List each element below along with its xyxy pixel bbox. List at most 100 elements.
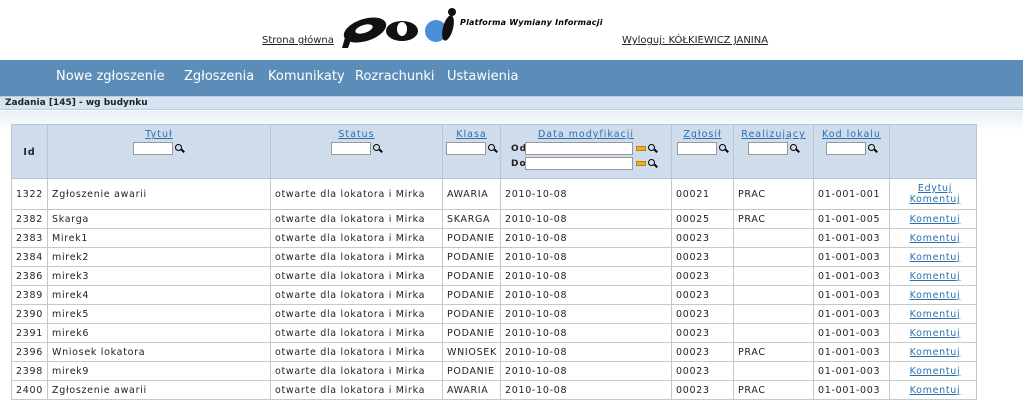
search-icon[interactable] [718,143,729,154]
cell-class: AWARIA [442,178,501,210]
cell-assignee: PRAC [733,342,814,362]
comment-link[interactable]: Komentuj [894,194,976,205]
sort-status-link[interactable]: Status [271,129,442,140]
cell-status: otwarte dla lokatora i Mirka [270,209,443,229]
table-row: 2400 Zgłoszenie awarii otwarte dla lokator… [11,380,977,400]
cell-id: 1322 [11,178,48,210]
cell-id: 2386 [11,266,48,286]
filter-assignee-input[interactable] [747,142,788,155]
table-row: 2396 Wniosek lokatora otwarte dla lokatora… [11,342,977,362]
cell-class: PODANIE [442,228,501,248]
nav-messages[interactable]: Komunikaty [268,69,345,84]
cell-unit: 01-001-003 [813,380,890,400]
nav-tickets[interactable]: Zgłoszenia [184,69,254,84]
cell-assignee: PRAC [733,380,814,400]
cell-class: PODANIE [442,285,501,305]
cell-date: 2010-10-08 [500,228,672,248]
cell-date: 2010-10-08 [500,323,672,343]
comment-link[interactable]: Komentuj [894,366,976,377]
col-status: Status [270,124,443,179]
sort-reporter-link[interactable]: Zgłosił [672,129,733,140]
cell-title: Mirek1 [47,228,271,248]
tasks-table: Id Tytuł Status Klasa Data modyfikacji O… [11,124,977,400]
comment-link[interactable]: Komentuj [894,252,976,263]
cell-class: PODANIE [442,247,501,267]
cell-class: SKARGA [442,209,501,229]
sort-class-link[interactable]: Klasa [443,129,500,140]
cell-class: PODANIE [442,361,501,381]
cell-actions: Komentuj [889,323,977,343]
cell-actions: Komentuj [889,285,977,305]
table-row: 2389 mirek4 otwarte dla lokatora i Mirka PO… [11,285,977,305]
col-id-label: Id [23,147,36,158]
col-date: Data modyfikacji Od Do [500,124,672,179]
date-to-input[interactable] [525,157,633,170]
cell-title: mirek9 [47,361,271,381]
col-unit: Kod lokalu [813,124,890,179]
filter-title-input[interactable] [133,142,173,155]
table-row: 2386 mirek3 otwarte dla lokatora i Mirka PO… [11,266,977,286]
cell-unit: 01-001-003 [813,342,890,362]
nav-settings[interactable]: Ustawienia [447,69,518,84]
cell-unit: 01-001-003 [813,228,890,248]
cell-unit: 01-001-003 [813,266,890,286]
cell-date: 2010-10-08 [500,342,672,362]
search-icon[interactable] [789,143,800,154]
home-link[interactable]: Strona główna [262,35,334,46]
filter-class-input[interactable] [445,142,486,155]
cell-date: 2010-10-08 [500,380,672,400]
cell-id: 2382 [11,209,48,229]
table-row: 2398 mirek9 otwarte dla lokatora i Mirka PO… [11,361,977,381]
filter-unit-input[interactable] [825,142,866,155]
search-icon[interactable] [175,143,185,154]
sort-date-link[interactable]: Data modyfikacji [501,129,671,140]
calendar-icon[interactable] [636,146,646,151]
cell-date: 2010-10-08 [500,361,672,381]
cell-reporter: 00023 [671,247,734,267]
sort-assignee-link[interactable]: Realizujący [734,129,813,140]
cell-status: otwarte dla lokatora i Mirka [270,247,443,267]
filter-reporter-input[interactable] [676,142,717,155]
cell-assignee [733,228,814,248]
search-icon[interactable] [648,143,658,154]
cell-class: PODANIE [442,266,501,286]
calendar-icon[interactable] [636,161,646,166]
comment-link[interactable]: Komentuj [894,385,976,396]
date-from-input[interactable] [525,142,633,155]
cell-assignee: PRAC [733,209,814,229]
cell-reporter: 00023 [671,323,734,343]
col-actions [889,124,977,179]
cell-class: PODANIE [442,304,501,324]
search-icon[interactable] [648,158,658,169]
comment-link[interactable]: Komentuj [894,233,976,244]
nav-settlements[interactable]: Rozrachunki [355,69,435,84]
cell-title: mirek2 [47,247,271,267]
sort-unit-link[interactable]: Kod lokalu [814,129,889,140]
cell-assignee [733,266,814,286]
cell-actions: Komentuj [889,209,977,229]
cell-id: 2400 [11,380,48,400]
search-icon[interactable] [867,143,878,154]
filter-status-input[interactable] [330,142,371,155]
logout-link[interactable]: Wyloguj: KÓŁKIEWICZ JANINA [622,35,768,46]
cell-actions: Komentuj [889,228,977,248]
comment-link[interactable]: Komentuj [894,347,976,358]
comment-link[interactable]: Komentuj [894,214,976,225]
comment-link[interactable]: Komentuj [894,290,976,301]
cell-id: 2383 [11,228,48,248]
nav-new-ticket[interactable]: Nowe zgłoszenie [56,69,165,84]
table-row: 2384 mirek2 otwarte dla lokatora i Mirka PO… [11,247,977,267]
comment-link[interactable]: Komentuj [894,271,976,282]
edit-link[interactable]: Edytuj [894,183,976,194]
cell-unit: 01-001-003 [813,323,890,343]
search-icon[interactable] [487,143,498,154]
cell-reporter: 00023 [671,266,734,286]
comment-link[interactable]: Komentuj [894,309,976,320]
comment-link[interactable]: Komentuj [894,328,976,339]
cell-unit: 01-001-003 [813,285,890,305]
search-icon[interactable] [372,143,383,154]
table-row: 2390 mirek5 otwarte dla lokatora i Mirka PO… [11,304,977,324]
sort-title-link[interactable]: Tytuł [48,129,270,140]
cell-title: Wniosek lokatora [47,342,271,362]
col-class: Klasa [442,124,501,179]
